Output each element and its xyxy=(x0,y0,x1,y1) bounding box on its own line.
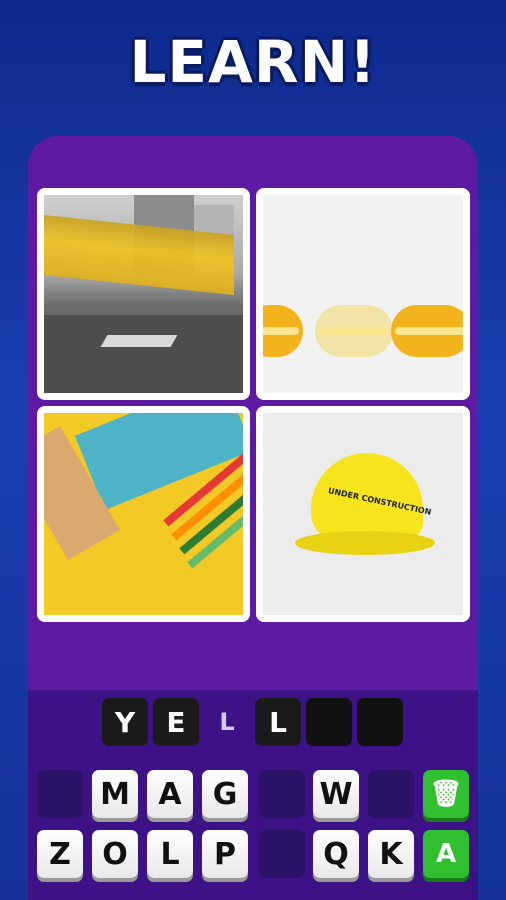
picture-tile-4[interactable]: UNDER CONSTRUCTION xyxy=(256,406,470,622)
key-z[interactable]: Z xyxy=(37,830,83,878)
picture-street xyxy=(44,195,243,393)
answer-slot-5[interactable] xyxy=(306,698,352,746)
trash-button[interactable]: 🗑 xyxy=(423,770,469,818)
key-blank xyxy=(37,770,83,818)
key-o[interactable]: O xyxy=(92,830,138,878)
key-blank xyxy=(259,830,305,878)
key-k[interactable]: K xyxy=(368,830,414,878)
hint-button[interactable]: A xyxy=(423,830,469,878)
picture-stationery xyxy=(44,413,243,615)
key-a[interactable]: A xyxy=(147,770,193,818)
hint-brush-icon: A xyxy=(435,839,457,869)
picture-macarons xyxy=(263,195,463,393)
key-blank xyxy=(368,770,414,818)
key-g[interactable]: G xyxy=(202,770,248,818)
answer-slot-2[interactable]: E xyxy=(153,698,199,746)
answer-slot-1[interactable]: Y xyxy=(102,698,148,746)
answer-slot-6[interactable] xyxy=(357,698,403,746)
key-q[interactable]: Q xyxy=(313,830,359,878)
answer-slot-3-hint[interactable]: L xyxy=(204,698,250,746)
answer-slot-4[interactable]: L xyxy=(255,698,301,746)
picture-hardhat: UNDER CONSTRUCTION xyxy=(263,413,463,615)
page-title: LEARN! xyxy=(129,28,377,96)
picture-tile-1[interactable] xyxy=(37,188,250,400)
picture-tile-3[interactable] xyxy=(37,406,250,622)
key-w[interactable]: W xyxy=(313,770,359,818)
key-m[interactable]: M xyxy=(92,770,138,818)
trash-icon: 🗑 xyxy=(429,779,463,809)
picture-tile-2[interactable] xyxy=(256,188,470,400)
key-p[interactable]: P xyxy=(202,830,248,878)
key-blank xyxy=(259,770,305,818)
key-l[interactable]: L xyxy=(147,830,193,878)
